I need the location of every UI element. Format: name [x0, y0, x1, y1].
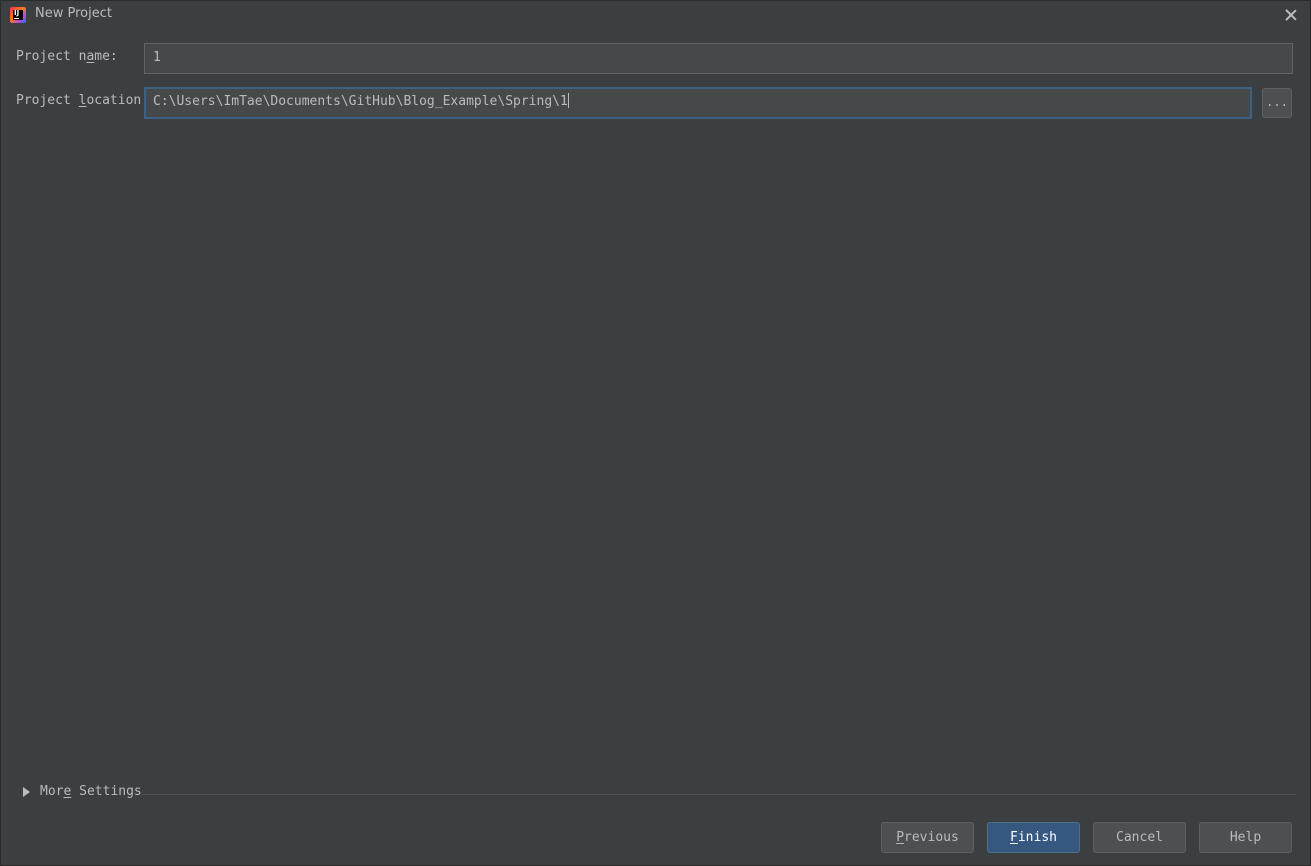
close-icon[interactable] [1282, 6, 1300, 24]
project-location-input[interactable]: C:\Users\ImTae\Documents\GitHub\Blog_Exa… [144, 87, 1252, 119]
window-title: New Project [35, 6, 112, 21]
expand-arrow-icon [23, 787, 30, 797]
finish-button[interactable]: Finish [987, 822, 1080, 853]
project-name-label: Project name: [16, 49, 118, 64]
project-location-value: C:\Users\ImTae\Documents\GitHub\Blog_Exa… [153, 94, 568, 109]
project-name-input[interactable]: 1 [144, 43, 1293, 74]
intellij-idea-icon: IJ [10, 7, 26, 23]
cancel-button[interactable]: Cancel [1093, 822, 1186, 853]
help-button[interactable]: Help [1199, 822, 1292, 853]
title-bar: IJ New Project [1, 1, 1310, 29]
browse-location-button[interactable]: ... [1262, 88, 1292, 118]
new-project-dialog: IJ New Project Project name: 1 Project l… [0, 0, 1311, 866]
more-settings-label: More Settings [40, 784, 142, 799]
more-settings-divider [141, 794, 1296, 795]
previous-button[interactable]: Previous [881, 822, 974, 853]
text-caret [567, 93, 569, 108]
project-location-label: Project location: [16, 93, 150, 108]
project-name-value: 1 [153, 50, 161, 65]
